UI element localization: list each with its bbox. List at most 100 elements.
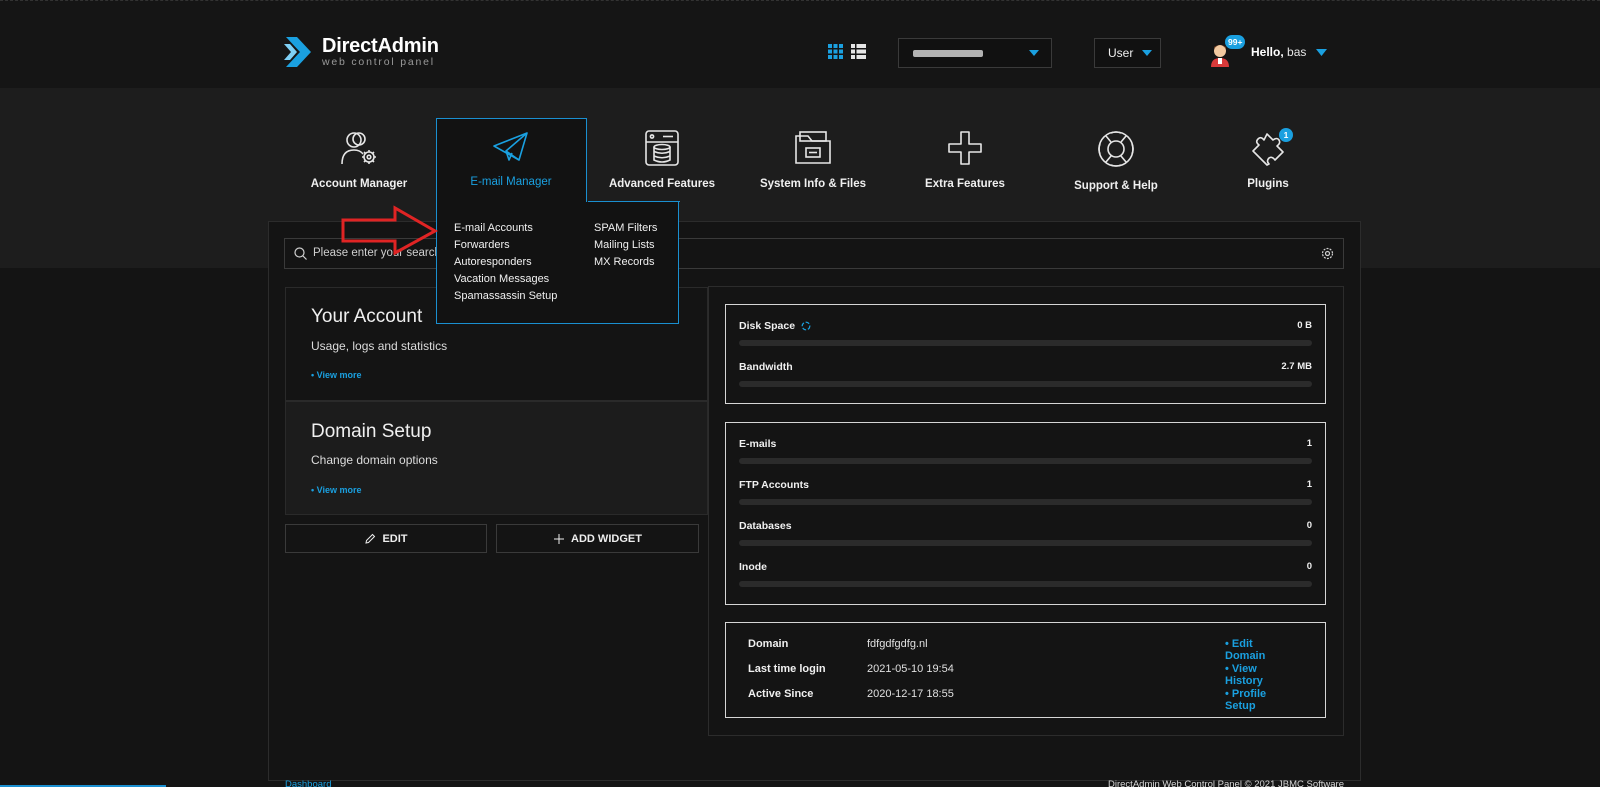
card-description: Usage, logs and statistics xyxy=(311,339,448,353)
avatar: 99+ xyxy=(1211,35,1246,67)
plus-icon xyxy=(948,131,982,165)
breadcrumb-dashboard[interactable]: Dashboard xyxy=(285,779,331,787)
card-title: Domain Setup xyxy=(311,421,432,442)
usage-bar xyxy=(739,381,1312,387)
nav-support-help[interactable]: Support & Help xyxy=(1041,130,1191,192)
username: bas xyxy=(1287,45,1307,59)
info-value: 2021-05-10 19:54 xyxy=(867,663,954,675)
stat-value: 2.7 MB xyxy=(1281,361,1312,372)
user-menu[interactable]: 99+ Hello, bas xyxy=(1211,35,1328,67)
usage-bar xyxy=(739,581,1312,587)
nav-label: Account Manager xyxy=(310,178,408,190)
view-more-link[interactable]: • View more xyxy=(311,370,362,380)
bandwidth-row: Bandwidth 2.7 MB xyxy=(739,361,1312,387)
edit-button[interactable]: EDIT xyxy=(285,524,487,553)
dropdown-border xyxy=(588,201,680,202)
stat-label: FTP Accounts xyxy=(739,479,810,491)
role-select[interactable]: User xyxy=(1094,38,1161,68)
logo-subtitle: web control panel xyxy=(322,56,435,69)
nav-label: Plugins xyxy=(1247,178,1289,190)
copyright-text: DirectAdmin Web Control Panel © 2021 JBM… xyxy=(1108,779,1344,787)
top-bar: DirectAdmin web control panel User 99+ H… xyxy=(0,0,1600,88)
add-widget-button[interactable]: ADD WIDGET xyxy=(496,524,699,553)
view-history-link[interactable]: • View History xyxy=(1225,663,1275,687)
menu-item-forwarders[interactable]: Forwarders xyxy=(454,239,557,252)
logo-title: DirectAdmin xyxy=(322,35,439,58)
usage-bar xyxy=(739,499,1312,505)
usage-bar xyxy=(739,540,1312,546)
stat-value: 0 B xyxy=(1297,320,1312,331)
gear-icon[interactable] xyxy=(1321,247,1334,260)
grid-view-icon[interactable] xyxy=(828,44,843,59)
card-description: Change domain options xyxy=(311,453,438,467)
menu-item-email-accounts[interactable]: E-mail Accounts xyxy=(454,222,557,235)
server-database-icon xyxy=(645,130,679,166)
nav-system-info[interactable]: System Info & Files xyxy=(738,130,888,190)
pencil-icon xyxy=(365,533,376,544)
info-label: Domain xyxy=(748,638,789,650)
count-row: Databases 0 xyxy=(739,520,1312,546)
count-row: E-mails 1 xyxy=(739,438,1312,464)
nav-label: Advanced Features xyxy=(608,178,716,190)
refresh-icon[interactable] xyxy=(801,321,811,331)
nav-account-manager[interactable]: Account Manager xyxy=(284,130,434,190)
stat-value: 0 xyxy=(1306,520,1312,531)
list-view-icon[interactable] xyxy=(851,44,866,59)
dropdown-column-1: E-mail Accounts Forwarders Autoresponder… xyxy=(454,222,557,303)
chevron-down-icon xyxy=(1142,50,1153,56)
profile-setup-link[interactable]: • Profile Setup xyxy=(1225,688,1275,712)
logo-chevron-icon xyxy=(284,37,311,67)
stat-value: 1 xyxy=(1306,438,1312,449)
view-toggle xyxy=(828,44,866,59)
stat-label: Databases xyxy=(739,520,792,532)
counts-widget: E-mails 1 FTP Accounts 1 Databases 0 Ino… xyxy=(725,422,1326,605)
disk-space-row: Disk Space 0 B xyxy=(739,320,1312,346)
nav-plugins[interactable]: 1 Plugins xyxy=(1193,128,1343,190)
stat-value: 0 xyxy=(1306,561,1312,572)
search-icon xyxy=(294,247,307,260)
directadmin-logo[interactable]: DirectAdmin web control panel xyxy=(284,35,439,69)
stat-value: 1 xyxy=(1306,479,1312,490)
menu-item-spam-filters[interactable]: SPAM Filters xyxy=(594,222,657,235)
usage-bar xyxy=(739,340,1312,346)
plugins-badge: 1 xyxy=(1279,128,1293,142)
menu-item-autoresponders[interactable]: Autoresponders xyxy=(454,256,557,269)
account-manager-icon xyxy=(341,132,376,165)
menu-item-mx-records[interactable]: MX Records xyxy=(594,256,657,269)
info-label: Active Since xyxy=(748,688,814,700)
menu-item-spamassassin-setup[interactable]: Spamassassin Setup xyxy=(454,290,557,303)
usage-widget: Disk Space 0 B Bandwidth 2.7 MB xyxy=(725,304,1326,404)
nav-email-manager[interactable]: E-mail Manager xyxy=(436,130,586,188)
info-label: Last time login xyxy=(748,663,826,675)
edit-domain-link[interactable]: • Edit Domain xyxy=(1225,638,1275,662)
domain-select[interactable] xyxy=(898,38,1052,68)
lifebuoy-icon xyxy=(1098,131,1134,167)
nav-label: System Info & Files xyxy=(759,178,867,190)
nav-label: Support & Help xyxy=(1074,180,1158,192)
role-label: User xyxy=(1108,46,1134,60)
chevron-down-icon xyxy=(1029,50,1039,56)
card-title: Your Account xyxy=(311,306,423,327)
stat-label: Disk Space xyxy=(739,320,796,332)
nav-extra-features[interactable]: Extra Features xyxy=(890,130,1040,190)
email-manager-dropdown: E-mail Accounts Forwarders Autoresponder… xyxy=(436,201,680,324)
count-row: Inode 0 xyxy=(739,561,1312,587)
nav-label: E-mail Manager xyxy=(470,176,552,188)
plus-icon xyxy=(554,533,565,544)
folder-icon xyxy=(795,131,831,164)
red-arrow-annotation-icon xyxy=(341,205,439,255)
greeting: Hello, bas xyxy=(1251,45,1307,59)
nav-label: Extra Features xyxy=(925,178,1005,190)
count-row: FTP Accounts 1 xyxy=(739,479,1312,505)
view-more-link[interactable]: • View more xyxy=(311,485,362,495)
stat-label: E-mails xyxy=(739,438,777,450)
add-widget-label: ADD WIDGET xyxy=(571,532,642,545)
menu-item-vacation-messages[interactable]: Vacation Messages xyxy=(454,273,557,286)
domain-setup-card[interactable]: Domain Setup Change domain options • Vie… xyxy=(285,401,708,515)
stat-label: Bandwidth xyxy=(739,361,793,373)
nav-advanced-features[interactable]: Advanced Features xyxy=(587,130,737,190)
edit-label: EDIT xyxy=(382,532,408,545)
dropdown-column-2: SPAM Filters Mailing Lists MX Records xyxy=(594,222,657,269)
account-info-widget: Domain fdfgdfgdfg.nl • Edit Domain Last … xyxy=(725,622,1326,718)
menu-item-mailing-lists[interactable]: Mailing Lists xyxy=(594,239,657,252)
